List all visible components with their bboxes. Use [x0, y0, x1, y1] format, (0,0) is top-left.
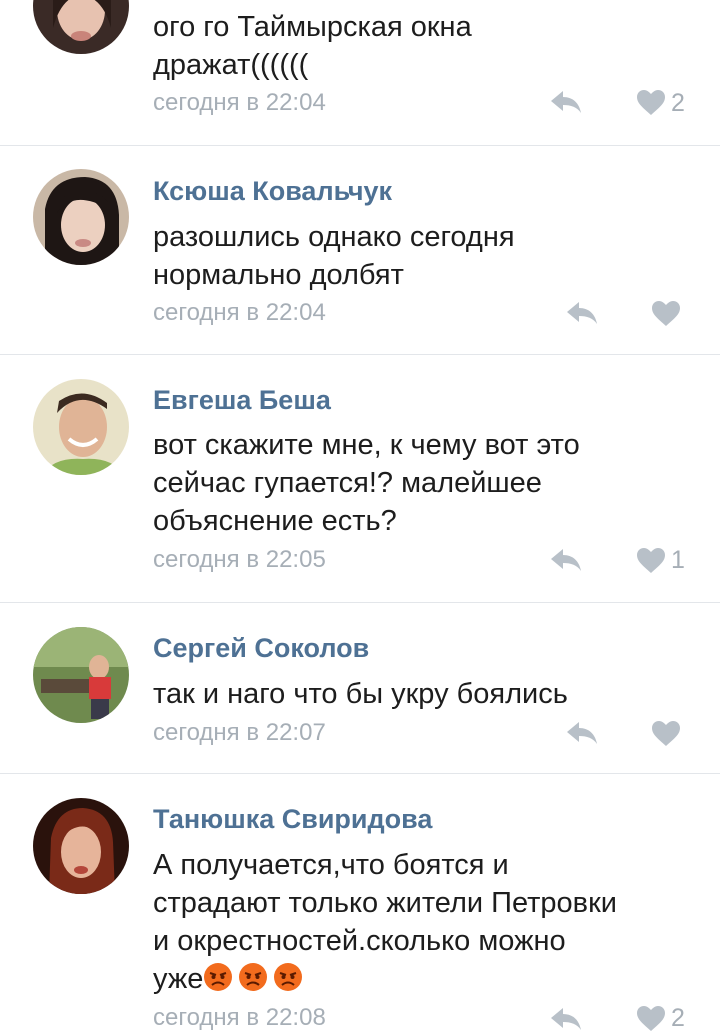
comment-text-line: страдают только жители Петровки [153, 887, 617, 919]
angry-face-icon [274, 963, 303, 991]
angry-face-icon [204, 963, 233, 991]
comment-text: ого го Таймырская окна дражат(((((( [153, 8, 693, 84]
comment-timestamp[interactable]: сегодня в 22:04 [153, 299, 326, 327]
comment-text-line: ого го Таймырская окна [153, 11, 472, 43]
comment-text-line: уже [153, 960, 693, 998]
heart-icon[interactable] [651, 720, 681, 747]
comment-text-line: разошлись однако сегодня [153, 221, 515, 253]
comment-text-line: и окрестностей.сколько можно [153, 925, 566, 957]
comment-text-line: вот скажите мне, к чему вот это [153, 429, 580, 461]
heart-icon[interactable] [636, 1005, 666, 1032]
comment-item: Ксюша Ковальчук разошлись однако сегодня… [0, 146, 720, 355]
avatar[interactable] [33, 0, 129, 54]
angry-face-icon [239, 963, 268, 991]
reply-icon[interactable] [549, 89, 583, 115]
comment-author[interactable]: Ксюша Ковальчук [153, 176, 392, 207]
comment-text-line: дражат(((((( [153, 49, 309, 81]
like-count: 2 [671, 89, 685, 117]
reply-icon[interactable] [565, 720, 599, 746]
reply-icon[interactable] [565, 300, 599, 326]
avatar[interactable] [33, 798, 129, 894]
reply-icon[interactable] [549, 1006, 583, 1032]
avatar[interactable] [33, 627, 129, 723]
comment-text-line: так и наго что бы укру боялись [153, 678, 568, 710]
comment-item: Танюшка Свиридова А получается,что боятс… [0, 774, 720, 1032]
comment-text-line: объяснение есть? [153, 505, 397, 537]
reply-icon[interactable] [549, 547, 583, 573]
heart-icon[interactable] [636, 89, 666, 116]
comment-timestamp[interactable]: сегодня в 22:07 [153, 719, 326, 747]
comment-text: вот скажите мне, к чему вот это сейчас г… [153, 426, 693, 540]
comment-text-fragment: уже [153, 963, 204, 995]
avatar[interactable] [33, 379, 129, 475]
heart-icon[interactable] [651, 300, 681, 327]
comment-item: Сергей Соколов так и наго что бы укру бо… [0, 603, 720, 774]
avatar[interactable] [33, 169, 129, 265]
comment-item: Евгеша Беша вот скажите мне, к чему вот … [0, 355, 720, 603]
comment-timestamp[interactable]: сегодня в 22:05 [153, 546, 326, 574]
comment-text: А получается,что боятся и страдают тольк… [153, 846, 693, 998]
comment-item: ого го Таймырская окна дражат(((((( сего… [0, 0, 720, 146]
comment-timestamp[interactable]: сегодня в 22:04 [153, 89, 326, 117]
comment-text-line: сейчас гупается!? малейшее [153, 467, 542, 499]
comment-timestamp[interactable]: сегодня в 22:08 [153, 1004, 326, 1032]
comment-author[interactable]: Евгеша Беша [153, 385, 331, 416]
comment-text-line: нормально долбят [153, 259, 404, 291]
comment-text-line: А получается,что боятся и [153, 849, 509, 881]
comment-text: разошлись однако сегодня нормально долбя… [153, 218, 693, 294]
like-count: 2 [671, 1004, 685, 1032]
comment-author[interactable]: Танюшка Свиридова [153, 804, 432, 835]
comment-author[interactable]: Сергей Соколов [153, 633, 369, 664]
comment-text: так и наго что бы укру боялись [153, 675, 693, 713]
like-count: 1 [671, 546, 685, 574]
heart-icon[interactable] [636, 547, 666, 574]
